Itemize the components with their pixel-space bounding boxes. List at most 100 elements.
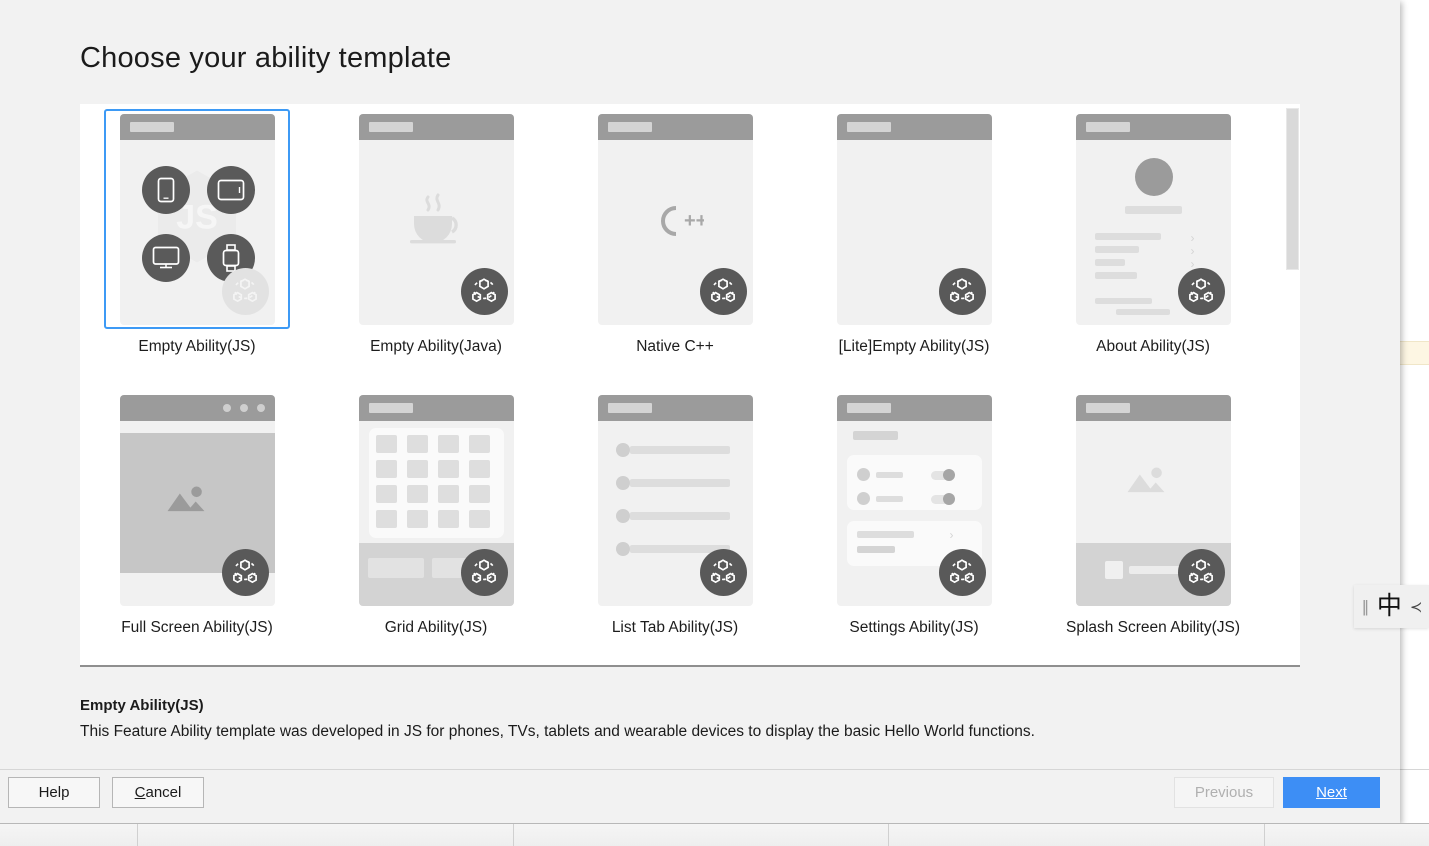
thumb-title-pill [846,121,891,132]
cancel-button[interactable]: Cancel [112,777,204,808]
template-card-empty-ability-java[interactable]: Empty Ability(Java) [341,109,531,356]
template-thumbnail-frame[interactable]: JS [104,109,290,329]
template-card-settings-ability-js[interactable]: › Settings Ability(JS) [819,390,1009,637]
template-card-grid-ability-js[interactable]: Grid Ability(JS) [341,390,531,637]
template-thumbnail: JS [119,113,275,325]
grid-cell [437,484,459,503]
chevron-right-icon: › [949,527,954,542]
page-title: Choose your ability template [80,42,452,74]
template-thumbnail-frame[interactable] [343,109,529,329]
settings-item-icon [856,491,870,505]
ide-highlight-strip [1400,341,1429,365]
grid-cell [468,434,490,453]
list-row-bar [629,511,730,520]
thumb-topbar [119,113,275,140]
list-row-bar [1094,258,1125,266]
template-thumbnail-frame[interactable]: ›››› [1060,109,1246,329]
grid-cell [406,484,428,503]
template-card-full-screen-ability-js[interactable]: Full Screen Ability(JS) [102,390,292,637]
template-thumbnail-frame[interactable] [343,390,529,610]
template-thumbnail [119,394,275,606]
harmonyos-badge-icon [460,267,508,315]
next-mnemonic: N [1316,784,1327,801]
device-tv-icon [141,233,190,282]
template-card-lite-empty-ability-js[interactable]: [Lite]Empty Ability(JS) [819,109,1009,356]
thumb-topbar [1075,113,1231,140]
list-row-bar [629,445,730,454]
template-card-label: About Ability(JS) [1096,338,1210,355]
grid-cell [375,459,397,478]
settings-row-bar [856,545,895,553]
thumb-topbar [1075,394,1231,421]
thumb-title-pill [1085,121,1130,132]
template-thumbnail: › [836,394,992,606]
harmonyos-badge-icon [221,267,269,315]
template-thumbnail-frame[interactable]: ++ [582,109,768,329]
template-card-list-tab-ability-js[interactable]: List Tab Ability(JS) [580,390,770,637]
list-bullet-icon [615,508,630,523]
window-dots-icon [222,403,265,412]
grid-cell [406,459,428,478]
ide-background-divider [1400,769,1429,770]
taskbar-divider [137,824,138,846]
grid-cell [406,509,428,528]
template-card-label: List Tab Ability(JS) [611,619,739,636]
previous-button: Previous [1174,777,1274,808]
harmonyos-badge-icon [699,548,747,596]
help-button[interactable]: Help [8,777,100,808]
ime-indicator[interactable]: || 中 ≺ [1354,585,1429,628]
settings-section-title [852,430,898,440]
template-thumbnail-frame[interactable]: › [821,390,1007,610]
thumb-title-pill [1085,402,1130,413]
svg-text:++: ++ [684,210,704,232]
template-card-native-cpp[interactable]: ++ Native C++ [580,109,770,356]
harmonyos-badge-icon [1177,267,1225,315]
cancel-mnemonic: C [134,784,146,801]
taskbar-strip [0,823,1429,846]
template-card-empty-ability-js[interactable]: JS Empty Ability(JS) [102,109,292,356]
template-thumbnail: ›››› [1075,113,1231,325]
settings-row-bar [856,530,914,538]
grid-cell [468,459,490,478]
template-card-label: Native C++ [636,338,714,355]
template-thumbnail-frame[interactable] [582,390,768,610]
settings-item-label-bar [875,471,903,478]
template-card-label: Full Screen Ability(JS) [121,619,273,636]
chevron-right-icon: › [1190,256,1195,271]
grid-cell [375,484,397,503]
thumb-title-pill [607,402,652,413]
settings-item-icon [856,467,870,481]
template-thumbnail [358,113,514,325]
thumb-topbar [119,394,275,421]
template-thumbnail-frame[interactable] [1060,390,1246,610]
grid-cell [375,434,397,453]
ime-language-label[interactable]: 中 [1377,594,1402,619]
device-tablet-icon [206,165,255,214]
template-card-label: [Lite]Empty Ability(JS) [838,338,990,355]
cancel-label-rest: ancel [145,784,182,801]
footer-bar [1094,297,1152,304]
template-grid-scrollbar[interactable] [1286,104,1300,665]
settings-item-label-bar [875,495,903,502]
chevron-left-icon[interactable]: ≺ [1410,598,1423,616]
thumb-title-pill [368,402,413,413]
harmonyos-badge-icon [221,548,269,596]
splash-logo-box [1104,560,1123,579]
next-label-rest: ext [1326,784,1347,801]
splash-title-bar [1128,565,1181,574]
ability-template-dialog: Choose your ability template JS Empty Abi… [0,0,1400,823]
scrollbar-thumb[interactable] [1286,108,1299,270]
template-card-splash-screen-ability-js[interactable]: Splash Screen Ability(JS) [1058,390,1248,637]
description-title: Empty Ability(JS) [80,697,204,714]
template-thumbnail-frame[interactable] [104,390,290,610]
template-card-label: Empty Ability(Java) [370,338,502,355]
image-placeholder-icon [164,483,208,520]
taskbar-divider [513,824,514,846]
harmonyos-badge-icon [1177,548,1225,596]
next-button[interactable]: Next [1283,777,1380,808]
harmonyos-badge-icon [699,267,747,315]
grid-cell [437,509,459,528]
template-thumbnail-frame[interactable] [821,109,1007,329]
avatar [1134,157,1173,196]
template-card-about-ability-js[interactable]: ›››› About Ability(JS) [1058,109,1248,356]
